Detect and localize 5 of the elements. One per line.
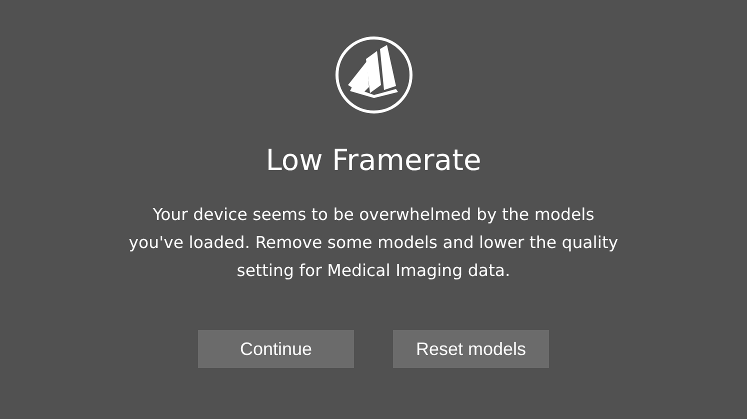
dialog-title: Low Framerate: [266, 142, 482, 179]
reset-button[interactable]: Reset models: [393, 330, 549, 368]
continue-button[interactable]: Continue: [198, 330, 354, 368]
dialog-message: Your device seems to be overwhelmed by the models you've loaded. Remove some models and lower the quality setting for Medical Imaging data.: [128, 204, 620, 282]
book-icon: [334, 35, 414, 115]
